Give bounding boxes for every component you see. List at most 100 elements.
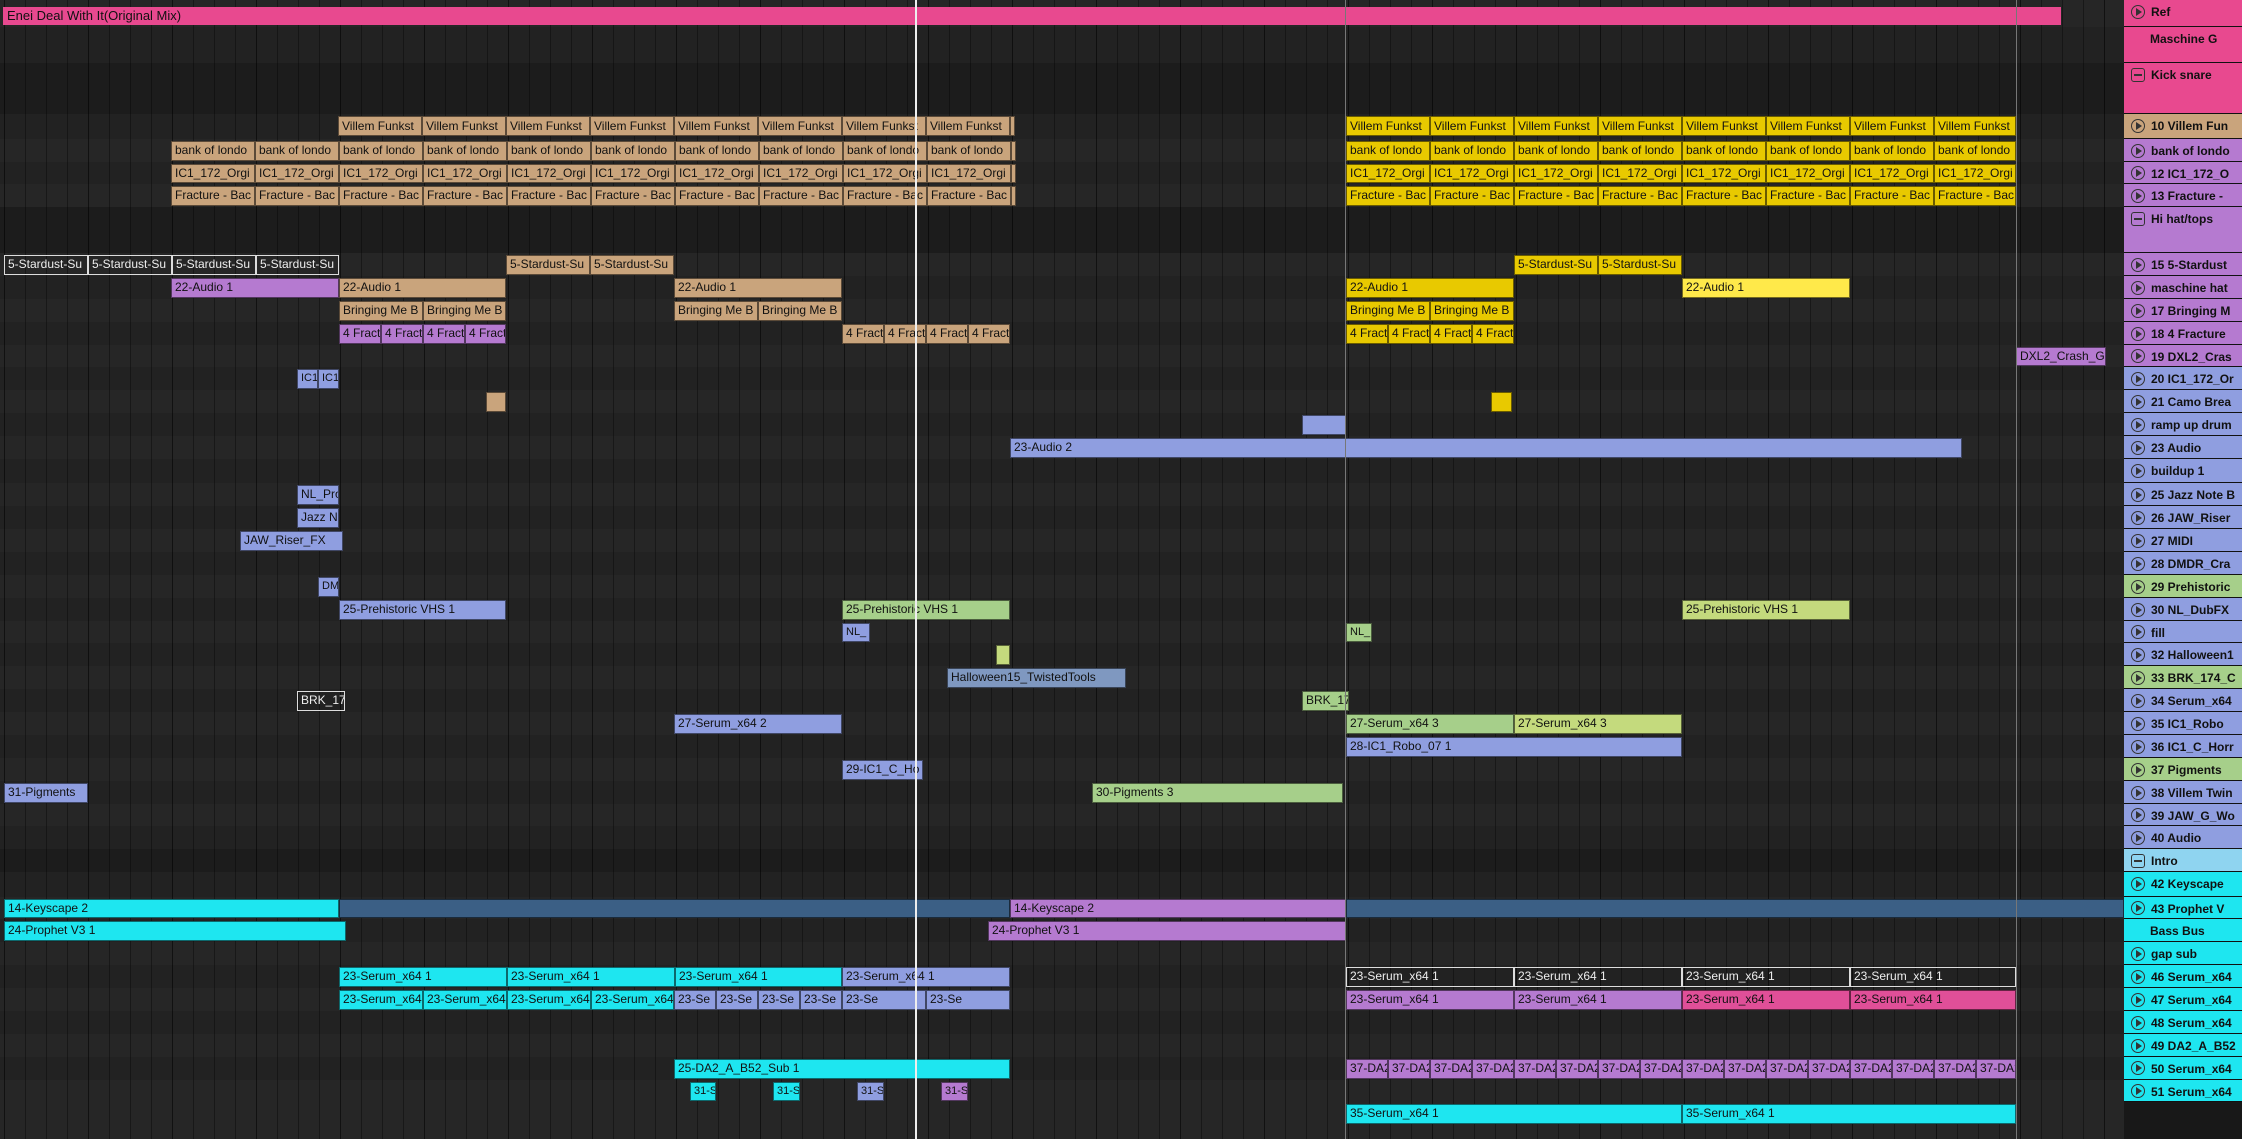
clip[interactable]: Villem Funkst [1682,116,1766,137]
track-header-ref[interactable]: Ref [2124,0,2242,28]
clip[interactable]: 5-Stardust-Su [1514,255,1598,275]
play-icon[interactable] [2131,372,2145,387]
clip[interactable]: IC1_172_Orgi [1514,163,1598,184]
clip[interactable]: 4 Fract [842,323,884,344]
clip[interactable]: bank of londo [1934,140,2016,161]
play-icon[interactable] [2131,625,2145,640]
play-icon[interactable] [2131,349,2145,364]
clip[interactable]: 37-DA2 [1472,1058,1514,1079]
track-header-t35[interactable]: 35 IC1_Robo [2124,712,2242,735]
track-header-t51[interactable]: 51 Serum_x64 [2124,1079,2242,1103]
clip[interactable]: 4 Fract [968,323,1010,344]
track-header-t30[interactable]: 30 NL_DubFX [2124,597,2242,621]
clip[interactable]: 5-Stardust-Su [172,255,256,275]
clip[interactable]: 22-Audio 1 [1346,277,1514,298]
clip[interactable]: IC1 [318,369,339,390]
group-fold-icon[interactable] [2131,212,2145,227]
clip[interactable]: 22-Audio 1 [339,277,506,298]
play-icon[interactable] [2131,694,2145,708]
track-header-t40[interactable]: 40 Audio [2124,826,2242,850]
clip[interactable]: 23-Se [800,990,842,1010]
clip[interactable]: IC1_172_Orgi [423,163,507,184]
track-header-gap-sub[interactable]: gap sub [2124,942,2242,966]
play-icon[interactable] [2131,739,2145,754]
clip[interactable]: 37-DA2 [1640,1058,1682,1079]
clip[interactable]: 37-DA2 [1766,1058,1808,1079]
clip[interactable]: 22-Audio 1 [1682,277,1850,298]
clip[interactable]: 30-Pigments 3 [1092,782,1343,803]
clip[interactable]: 31-Pigments [4,782,88,803]
clip[interactable]: Bringing Me B [758,300,842,321]
clip[interactable]: 23-Se [758,990,800,1010]
clip[interactable] [1346,898,2124,919]
clip[interactable]: 28-IC1_Robo_07 1 [1346,736,1682,757]
track-header-t28[interactable]: 28 DMDR_Cra [2124,551,2242,575]
clip[interactable]: 35-Serum_x64 1 [1346,1104,1682,1125]
track-header-t18[interactable]: 18 4 Fracture [2124,321,2242,345]
clip[interactable]: IC1_172_Orgi [1346,163,1430,184]
clip[interactable]: bank of londo [591,140,675,161]
play-icon[interactable] [2131,440,2145,455]
clip[interactable]: Villem Funkst [1346,116,1430,137]
track-header-t26[interactable]: 26 JAW_Riser [2124,506,2242,530]
clip[interactable]: 31-S [690,1081,716,1102]
clip[interactable]: 25-Prehistoric VHS 1 [842,599,1010,620]
play-icon[interactable] [2131,762,2145,777]
clip[interactable]: Villem Funkst [1598,116,1682,137]
clip[interactable]: BRK_17 [1302,691,1349,712]
clip[interactable]: Fracture - Bac [1346,186,1430,207]
track-header-t11[interactable]: bank of londo [2124,138,2242,162]
clip[interactable]: 4 Fract [465,323,506,344]
clip[interactable]: 23-Serum_x64 1 [675,967,842,988]
clip[interactable]: 37-DA2 [1934,1058,1976,1079]
clip[interactable]: 37-DA2 [1430,1058,1472,1079]
clip[interactable]: 23-Serum_x64 1 [423,990,507,1010]
clip[interactable]: 4 Fract [1430,323,1472,344]
play-icon[interactable] [2131,1061,2145,1076]
clip[interactable]: Fracture - Bac [255,186,339,207]
clip[interactable]: bank of londo [255,140,339,161]
play-icon[interactable] [2131,785,2145,800]
clip[interactable]: IC1_172_Orgi [759,163,843,184]
track-header-maschine-g[interactable]: Maschine G [2124,27,2242,63]
clip[interactable]: 37-DA2 [1850,1058,1892,1079]
clip[interactable]: Fracture - Bac [1598,186,1682,207]
clip[interactable]: 23-Serum_x64 1 [1682,967,1850,988]
clip[interactable]: Halloween15_TwistedTools [947,668,1126,689]
clip[interactable]: 37-DA2 [1388,1058,1430,1079]
track-header-t42[interactable]: 42 Keyscape [2124,872,2242,897]
play-icon[interactable] [2131,556,2145,571]
clip[interactable]: IC1 [297,369,318,390]
clip[interactable]: 37-DA2 [1976,1058,2016,1079]
clip[interactable]: bank of londo [1346,140,1430,161]
play-icon[interactable] [2131,579,2145,594]
clip[interactable]: 37-DA2 [1556,1058,1598,1079]
clip[interactable]: Fracture - Bac [1430,186,1514,207]
clip[interactable]: 24-Prophet V3 1 [4,921,346,942]
arrangement-view[interactable]: Enei Deal With It(Original Mix) Villem F… [0,0,2124,1139]
clip[interactable]: 5-Stardust-Su [506,255,590,275]
play-icon[interactable] [2131,969,2145,984]
clip[interactable]: 4 Fract [1472,323,1514,344]
clip[interactable]: bank of londo [423,140,507,161]
track-header-t48[interactable]: 48 Serum_x64 [2124,1010,2242,1034]
clip[interactable]: bank of londo [1766,140,1850,161]
clip[interactable]: Fracture - Bac [759,186,843,207]
clip[interactable]: bank of londo [1514,140,1598,161]
clip[interactable]: 23-Serum_x64 1 [507,967,675,988]
clip[interactable]: bank of londo [1682,140,1766,161]
track-header-kick-snare[interactable]: Kick snare [2124,62,2242,115]
clip[interactable]: Fracture - Bac [591,186,675,207]
clip[interactable]: 5-Stardust-Su [4,255,88,275]
play-icon[interactable] [2131,303,2145,318]
clip[interactable]: NL_Pro [297,485,339,506]
clip[interactable]: 23-Se [716,990,758,1010]
play-icon[interactable] [2131,602,2145,617]
play-icon[interactable] [2131,671,2145,686]
play-icon[interactable] [2131,4,2145,19]
track-header-t23[interactable]: 23 Audio [2124,436,2242,459]
clip[interactable]: 27-Serum_x64 3 [1514,714,1682,734]
clip[interactable]: BRK_17 [297,691,345,712]
clip[interactable]: bank of londo [1430,140,1514,161]
clip[interactable]: NL_ [1346,622,1372,643]
